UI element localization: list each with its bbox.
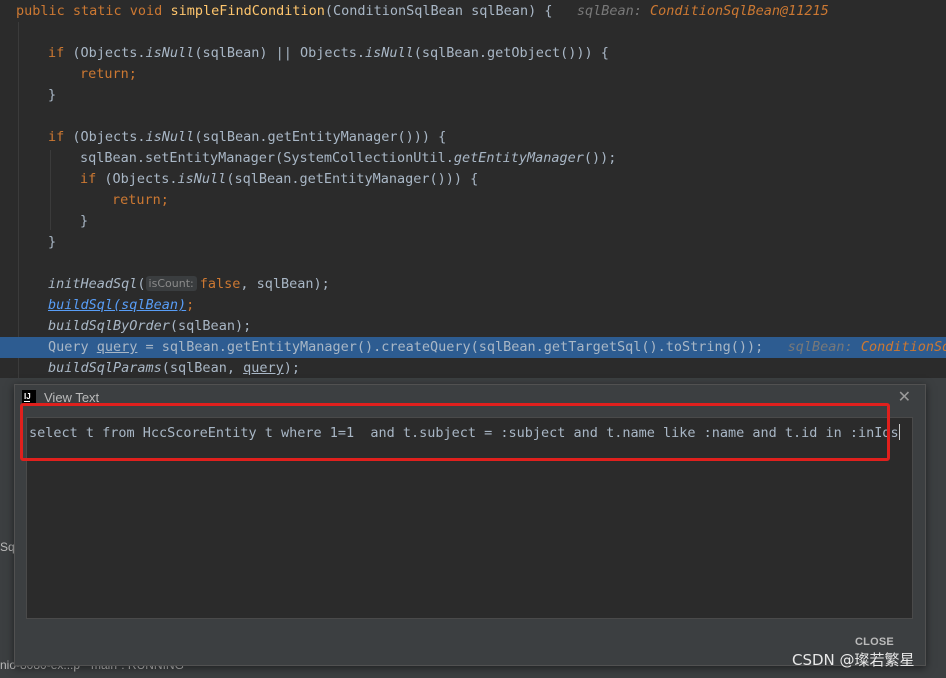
code-line-10: return;	[112, 190, 946, 211]
static-method: getEntityManager	[453, 150, 584, 166]
static-method: isNull	[177, 171, 227, 187]
code-editor[interactable]: public static void simpleFindCondition(C…	[0, 0, 946, 378]
method-call: buildSqlByOrder	[48, 318, 170, 334]
code-line-11: }	[80, 211, 946, 232]
brace: }	[80, 213, 89, 229]
method-call: initHeadSql	[48, 276, 138, 292]
code-text: (Objects.	[64, 129, 146, 145]
code-text: = sqlBean.getEntityManager().createQuery…	[137, 339, 764, 355]
brace: }	[48, 87, 57, 103]
sql-text: select t from HccScoreEntity t where 1=1…	[29, 424, 900, 441]
keyword: return	[80, 66, 129, 82]
close-icon[interactable]: ✕	[898, 387, 911, 406]
semicolon: ;	[128, 66, 137, 82]
code-text: Query	[48, 339, 97, 355]
close-button[interactable]: CLOSE	[855, 636, 894, 648]
code-line-18: buildSqlParams(sqlBean, query);	[48, 358, 946, 379]
code-text: (sqlBean) || Objects.	[194, 45, 366, 61]
paren: (	[137, 276, 146, 292]
semicolon: ;	[186, 297, 195, 313]
watermark: CSDN @璨若繁星	[792, 651, 915, 669]
code-line-9: if (Objects.isNull(sqlBean.getEntityMana…	[80, 169, 946, 190]
code-text: (sqlBean,	[161, 360, 244, 376]
debug-hint-value: ConditionSqlBean@11215	[650, 3, 829, 19]
code-text: );	[283, 360, 300, 376]
variable: query	[243, 360, 284, 376]
method-call: buildSqlParams	[48, 360, 162, 376]
debug-hint-label: sqlBean:	[787, 339, 861, 355]
keyword: false	[199, 276, 241, 292]
code-text: , sqlBean);	[240, 276, 330, 292]
parameter-hint: isCount:	[145, 276, 197, 291]
static-method: isNull	[145, 129, 195, 145]
sql-query: select t from HccScoreEntity t where 1=1…	[29, 425, 899, 441]
keyword: if	[48, 45, 65, 61]
variable: query	[96, 339, 138, 355]
code-text: ());	[583, 150, 617, 166]
code-text: (sqlBean.getEntityManager())) {	[226, 171, 479, 187]
code-text: (Objects.	[64, 45, 146, 61]
semicolon: ;	[160, 192, 169, 208]
method-name: simpleFindCondition	[170, 3, 325, 19]
view-text-dialog: IJ View Text ✕ select t from HccScoreEnt…	[14, 384, 926, 666]
static-method: isNull	[365, 45, 414, 61]
static-method: isNull	[145, 45, 195, 61]
code-text: (sqlBean);	[169, 318, 252, 334]
current-execution-line: Query query = sqlBean.getEntityManager()…	[0, 337, 946, 358]
code-line-14: initHeadSql(isCount: false, sqlBean);	[48, 274, 946, 295]
code-line-12: }	[48, 232, 946, 253]
keyword: if	[48, 129, 65, 145]
indent-guide	[18, 22, 19, 378]
code-line-1: public static void simpleFindCondition(C…	[16, 1, 946, 22]
code-line-5: }	[48, 85, 946, 106]
code-text: (Objects.	[96, 171, 178, 187]
code-line-7: if (Objects.isNull(sqlBean.getEntityMana…	[48, 127, 946, 148]
keyword: return	[112, 192, 161, 208]
params: (ConditionSqlBean sqlBean) {	[324, 3, 553, 19]
code-text: sqlBean.setEntityManager(SystemCollectio…	[80, 150, 454, 166]
code-text: (sqlBean.getEntityManager())) {	[194, 129, 447, 145]
method-link[interactable]: buildSql(sqlBean)	[48, 297, 186, 313]
view-text-area[interactable]: select t from HccScoreEntity t where 1=1…	[26, 417, 913, 619]
brace: }	[48, 234, 57, 250]
indent-guide	[50, 150, 51, 230]
dialog-title: View Text	[44, 390, 100, 405]
debug-hint-label: sqlBean:	[576, 3, 650, 19]
intellij-logo-icon: IJ	[22, 390, 36, 404]
code-line-3: if (Objects.isNull(sqlBean) || Objects.i…	[48, 43, 946, 64]
code-line-4: return;	[80, 64, 946, 85]
text-caret	[898, 424, 900, 440]
code-line-8: sqlBean.setEntityManager(SystemCollectio…	[80, 148, 946, 169]
code-line-16: buildSqlByOrder(sqlBean);	[48, 316, 946, 337]
keyword: if	[80, 171, 97, 187]
debug-hint-value: ConditionSqlB	[860, 339, 946, 355]
dialog-title-bar[interactable]: IJ View Text ✕	[15, 385, 925, 409]
code-text: (sqlBean.getObject())) {	[413, 45, 609, 61]
code-line-15: buildSql(sqlBean);	[48, 295, 946, 316]
keyword: public static void	[16, 3, 171, 19]
